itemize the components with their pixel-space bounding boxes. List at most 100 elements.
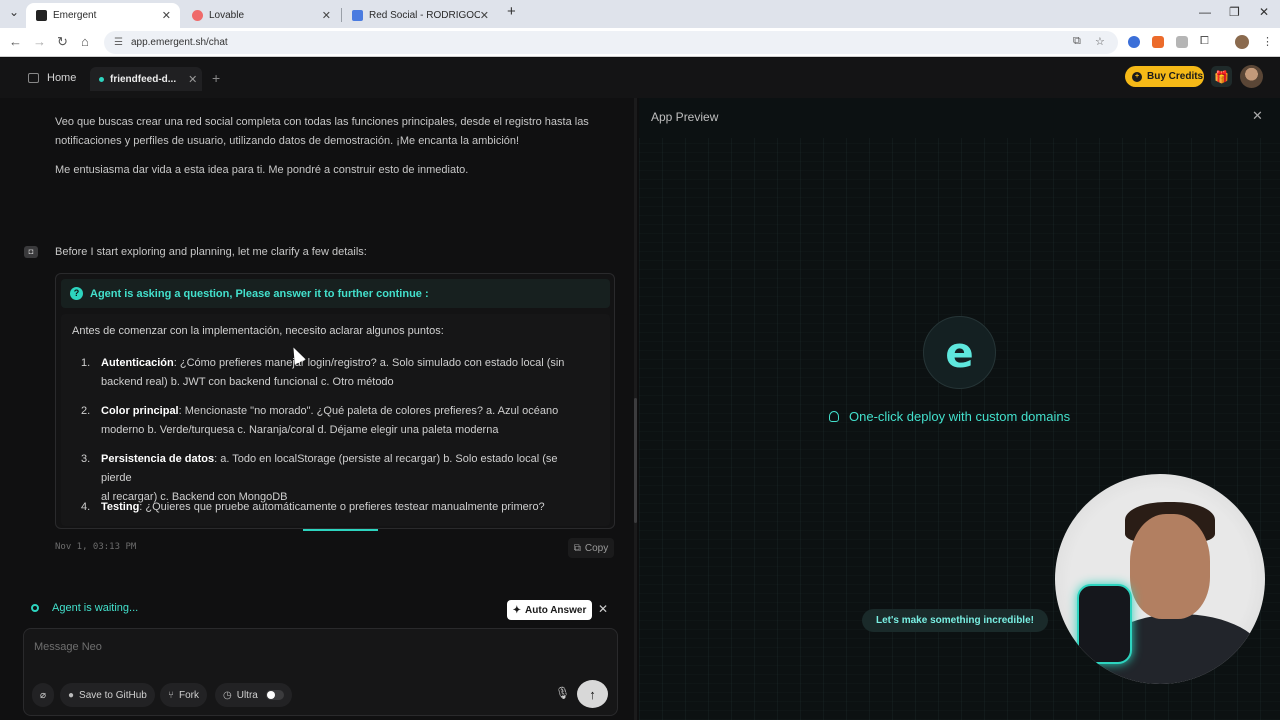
fork-label: Fork — [179, 689, 199, 701]
close-window-icon[interactable]: ✕ — [1259, 5, 1269, 19]
emergent-favicon-icon — [36, 10, 47, 21]
question-text: : Mencionaste "no morado". ¿Qué paleta d… — [178, 405, 559, 417]
fork-icon: ⑂ — [168, 689, 174, 701]
question-text: backend real) b. JWT con backend funcion… — [101, 376, 394, 388]
auto-answer-button[interactable]: ✦ Auto Answer — [507, 600, 592, 620]
site-info-icon[interactable]: ☰ — [114, 37, 123, 48]
close-tab-icon[interactable]: ✕ — [322, 9, 331, 22]
github-icon: ● — [68, 689, 75, 701]
user-avatar[interactable] — [1240, 65, 1263, 88]
extension-icon[interactable] — [1128, 36, 1140, 48]
new-tab-icon[interactable]: + — [507, 3, 516, 20]
browser-tab-strip: ⌄ Emergent ✕ Lovable ✕ Red Social - RODR… — [0, 0, 1280, 28]
browser-tab-red-social[interactable]: Red Social - RODRIGOOLIVARES ✕ — [342, 3, 498, 28]
close-tab-icon[interactable]: ✕ — [162, 9, 171, 22]
question-title: Color principal — [101, 405, 179, 417]
emergent-logo: e — [923, 316, 996, 389]
list-item: 2. Color principal: Mencionaste "no mora… — [81, 402, 586, 440]
question-header-text: Agent is asking a question, Please answe… — [90, 287, 429, 300]
presenter-face — [1130, 514, 1210, 619]
lightbulb-icon — [829, 411, 839, 422]
forward-icon[interactable]: → — [33, 34, 46, 49]
inner-scroll-indicator[interactable] — [303, 529, 378, 531]
agent-message-line: notificaciones y perfiles de usuario, ut… — [55, 135, 520, 147]
profile-avatar-icon[interactable] — [1235, 35, 1249, 49]
browser-tab-emergent[interactable]: Emergent ✕ — [26, 3, 180, 28]
chat-tab[interactable]: friendfeed-d... ✕ — [90, 67, 202, 91]
ultra-icon: ◷ — [223, 689, 232, 701]
clarify-message: Before I start exploring and planning, l… — [55, 246, 367, 258]
dismiss-auto-answer-icon[interactable]: ✕ — [598, 602, 608, 616]
tab-search-icon[interactable]: ⌄ — [9, 5, 19, 19]
sparkle-icon: ✦ — [512, 604, 522, 616]
bookmark-star-icon[interactable]: ☆ — [1095, 35, 1105, 48]
send-button[interactable]: ↑ — [577, 680, 608, 708]
copy-label: Copy — [584, 542, 609, 554]
add-tab-icon[interactable]: + — [212, 70, 220, 86]
home-icon[interactable]: ⌂ — [81, 34, 89, 49]
spinner-icon — [31, 604, 39, 612]
auto-answer-label: Auto Answer — [525, 604, 587, 616]
browser-tab-lovable[interactable]: Lovable ✕ — [182, 3, 340, 28]
copy-button[interactable]: ⧉ Copy — [568, 538, 614, 558]
close-chat-tab-icon[interactable]: ✕ — [188, 73, 197, 86]
toggle-switch[interactable] — [265, 690, 284, 700]
save-to-github-button[interactable]: ● Save to GitHub — [60, 683, 155, 707]
chat-scrollbar[interactable] — [634, 98, 637, 720]
agent-waiting-status: Agent is waiting... — [31, 602, 138, 614]
list-number: 2. — [81, 405, 91, 417]
webcam-overlay — [1055, 474, 1265, 684]
question-title: Testing — [101, 501, 140, 513]
message-input[interactable] — [34, 641, 594, 653]
waiting-label: Agent is waiting... — [52, 602, 139, 614]
close-tab-icon[interactable]: ✕ — [480, 9, 489, 22]
fork-button[interactable]: ⑂ Fork — [160, 683, 207, 707]
paperclip-icon: ⌀ — [39, 689, 47, 701]
lovable-favicon-icon — [192, 10, 203, 21]
question-text: : ¿Cómo prefieres manejar login/registro… — [173, 357, 565, 369]
home-icon — [28, 73, 39, 83]
install-app-icon[interactable]: ⧉ — [1073, 35, 1081, 48]
question-text: moderno b. Verde/turquesa c. Naranja/cor… — [101, 424, 499, 436]
menu-kebab-icon[interactable]: ⋮ — [1262, 35, 1273, 48]
microphone-icon[interactable]: 🎙 — [555, 686, 570, 700]
logo-letter: e — [945, 328, 974, 377]
address-bar: ← → ↻ ⌂ ☰ app.emergent.sh/chat — [0, 28, 1280, 57]
chat-panel: Veo que buscas crear una red social comp… — [0, 98, 637, 720]
extensions-puzzle-icon[interactable]: ⧠ — [1200, 35, 1209, 48]
message-composer: ⌀ ● Save to GitHub ⑂ Fork ◷ Ultra 🎙 ↑ — [23, 628, 618, 716]
tab-title: Lovable — [209, 10, 245, 21]
question-intro: Antes de comenzar con la implementación,… — [72, 325, 444, 337]
list-number: 3. — [81, 453, 91, 465]
list-number: 4. — [81, 501, 91, 513]
scrollbar-thumb[interactable] — [634, 398, 637, 523]
ultra-toggle[interactable]: ◷ Ultra — [215, 683, 292, 707]
question-header: ? Agent is asking a question, Please ans… — [61, 279, 610, 308]
agent-robot-icon: ◘ — [24, 246, 38, 258]
tab-title: Emergent — [53, 10, 97, 21]
url-text[interactable]: app.emergent.sh/chat — [131, 37, 228, 48]
minimize-icon[interactable]: — — [1199, 5, 1211, 19]
question-title: Autenticación — [101, 357, 174, 369]
omnibox[interactable]: ☰ app.emergent.sh/chat — [104, 31, 1118, 54]
reload-icon[interactable]: ↻ — [57, 34, 68, 50]
question-text: : ¿Quieres que pruebe automáticamente o … — [139, 501, 545, 513]
gift-icon[interactable]: 🎁 — [1211, 66, 1232, 87]
question-card: ? Agent is asking a question, Please ans… — [55, 273, 615, 529]
home-tab[interactable]: Home — [28, 72, 76, 84]
back-icon[interactable]: ← — [9, 34, 22, 49]
restore-icon[interactable]: ❐ — [1229, 5, 1240, 19]
docs-favicon-icon — [352, 10, 363, 21]
list-number: 1. — [81, 357, 91, 369]
extension-icon[interactable] — [1176, 36, 1188, 48]
podcast-microphone — [1077, 584, 1132, 664]
extension-icon[interactable] — [1152, 36, 1164, 48]
app-header: Home friendfeed-d... ✕ + — [0, 58, 1280, 98]
close-preview-icon[interactable]: ✕ — [1252, 108, 1263, 124]
buy-credits-button[interactable]: + Buy Credits — [1125, 66, 1204, 87]
question-icon: ? — [70, 287, 83, 300]
question-title: Persistencia de datos — [101, 453, 215, 465]
tab-title: Red Social - RODRIGOOLIVARES — [369, 10, 480, 21]
chat-tab-label: friendfeed-d... — [110, 73, 177, 85]
attach-button[interactable]: ⌀ — [32, 683, 54, 707]
